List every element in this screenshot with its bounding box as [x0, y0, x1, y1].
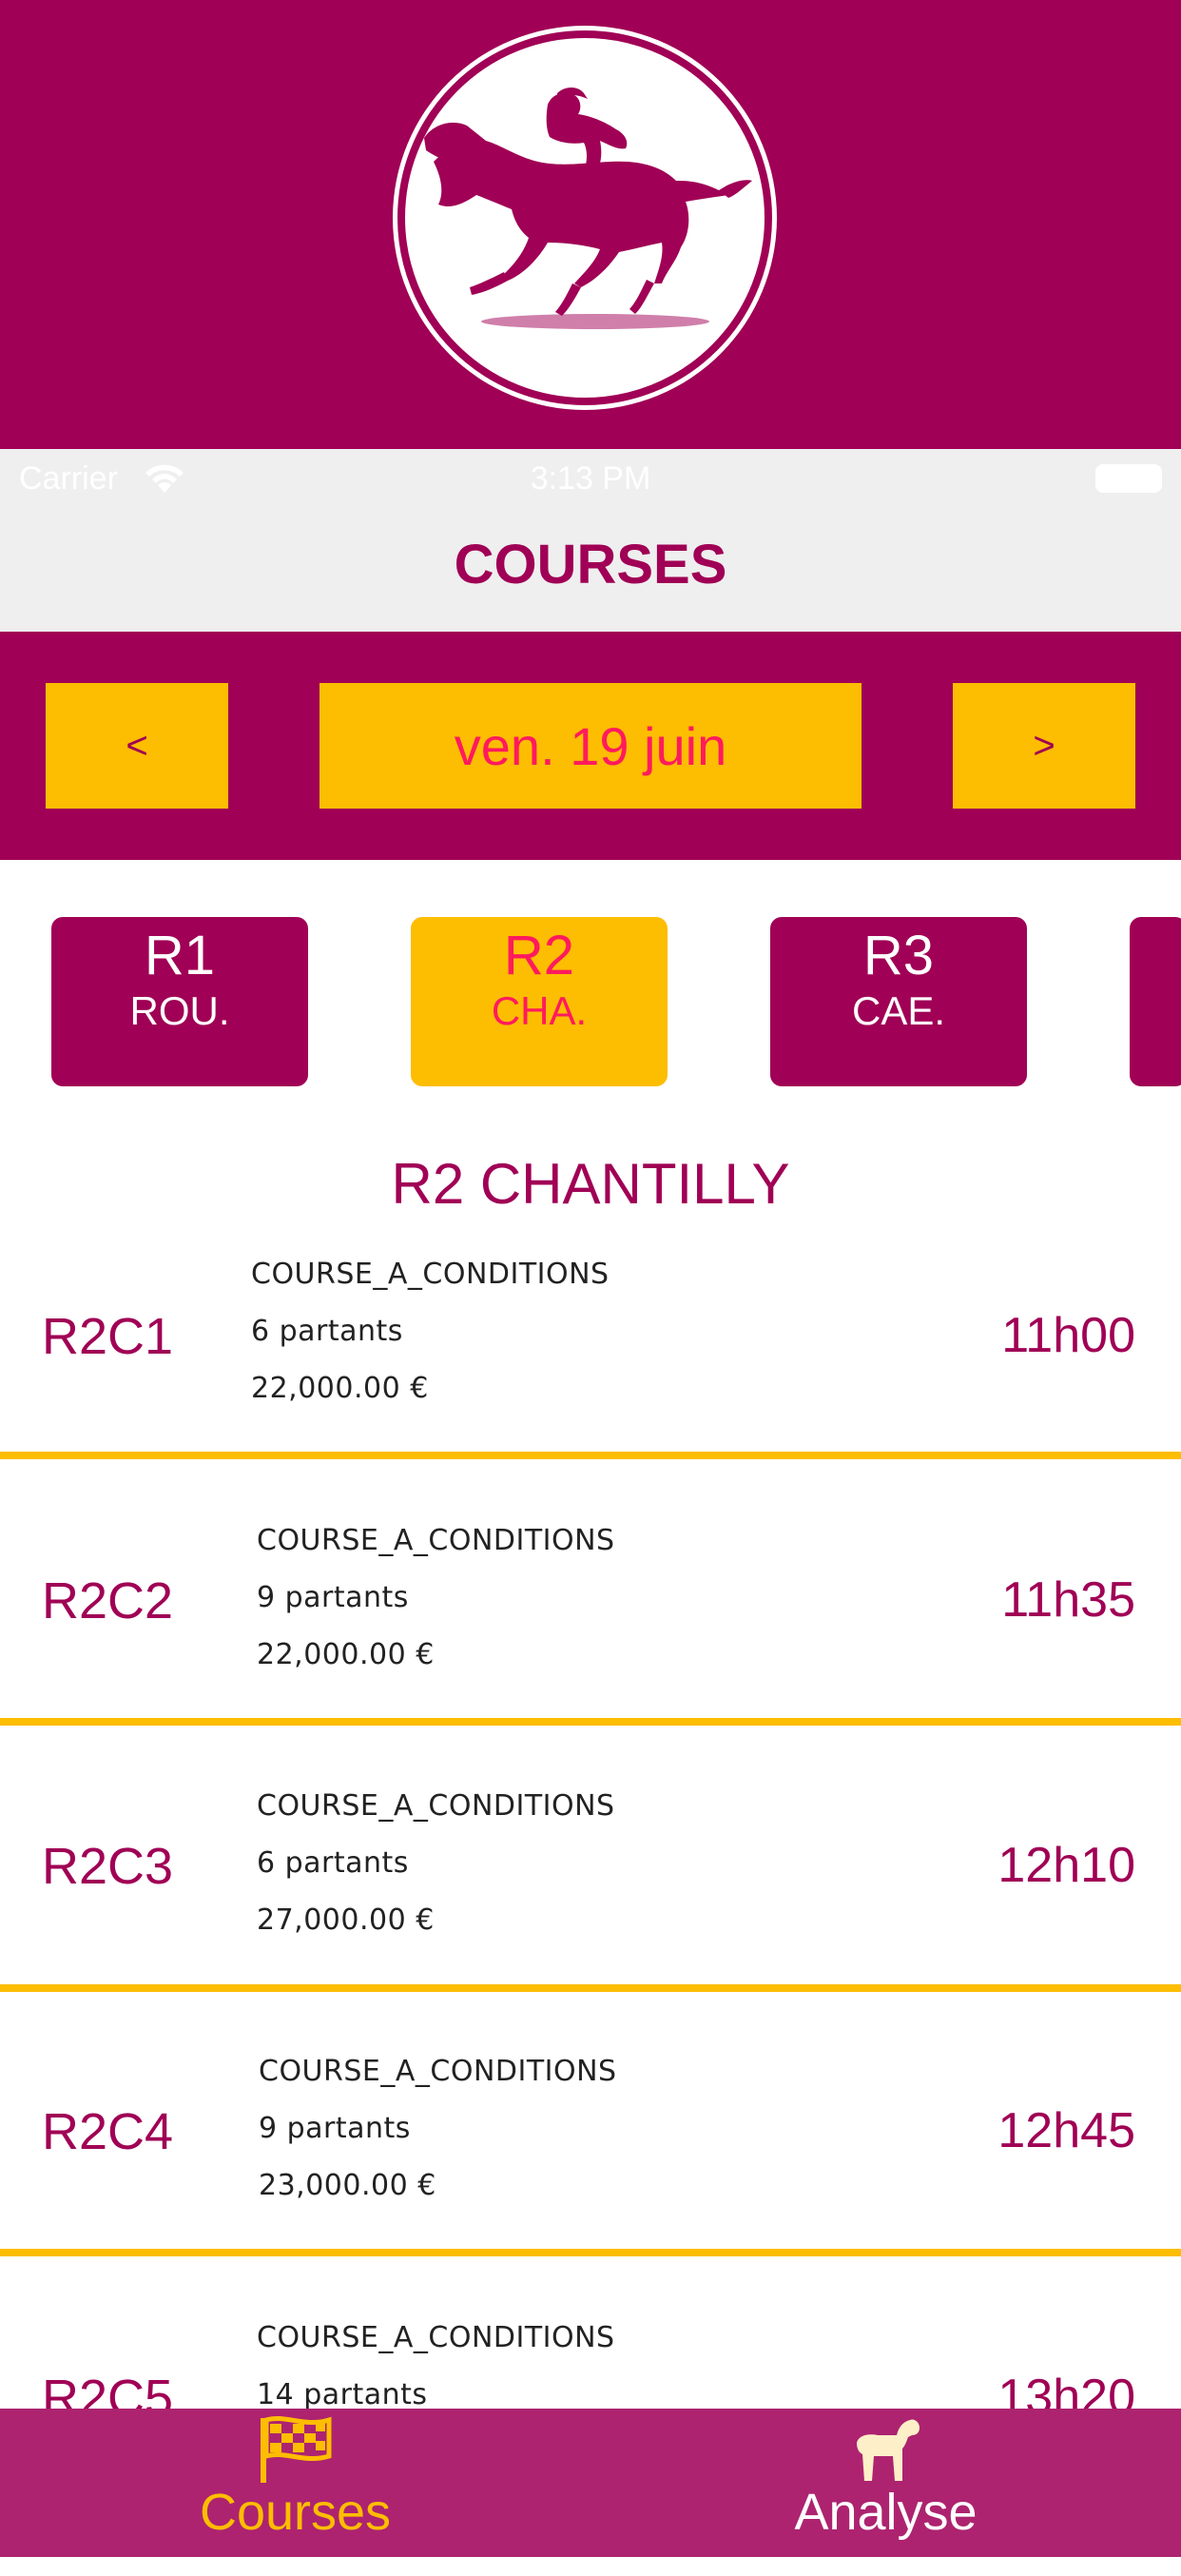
race-info: COURSE_A_CONDITIONS 6 partants 27,000.00… — [257, 1778, 615, 1949]
reunion-chip-r4[interactable] — [1130, 917, 1181, 1086]
tab-analyse-label: Analyse — [794, 2484, 978, 2541]
race-row[interactable]: R2C3 COURSE_A_CONDITIONS 6 partants 27,0… — [0, 1778, 1181, 2044]
race-prize: 22,000.00 € — [257, 1638, 435, 1671]
reunion-chip-r1[interactable]: R1 ROU. — [51, 917, 308, 1086]
reunion-title: R2 CHANTILLY — [391, 1152, 790, 1216]
race-time: 12h10 — [997, 1838, 1135, 1893]
race-id: R2C2 — [42, 1572, 174, 1630]
race-info: COURSE_A_CONDITIONS 6 partants 22,000.00… — [251, 1246, 610, 1417]
race-row[interactable]: R2C2 COURSE_A_CONDITIONS 9 partants 22,0… — [0, 1512, 1181, 1779]
current-date-button[interactable]: ven. 19 juin — [319, 683, 862, 809]
race-info: COURSE_A_CONDITIONS 14 partants — [257, 2310, 615, 2424]
race-id: R2C3 — [42, 1838, 174, 1895]
race-id: R2C1 — [42, 1308, 174, 1365]
reunion-code: R3 — [862, 925, 935, 986]
reunion-name: CHA. — [491, 988, 588, 1033]
race-type: COURSE_A_CONDITIONS — [257, 1789, 615, 1823]
race-row[interactable]: R2C1 COURSE_A_CONDITIONS 6 partants 22,0… — [0, 1246, 1181, 1512]
race-partants: 9 partants — [259, 2112, 411, 2145]
race-info: COURSE_A_CONDITIONS 9 partants 22,000.00… — [257, 1512, 615, 1684]
horse-icon — [857, 2419, 920, 2481]
status-time: 3:13 PM — [530, 460, 651, 497]
race-prize: 27,000.00 € — [257, 1903, 435, 1937]
row-divider — [0, 2249, 1181, 2256]
reunion-chip-r2[interactable]: R2 CHA. — [411, 917, 668, 1086]
tab-analyse[interactable]: Analyse — [590, 2409, 1181, 2557]
race-time: 11h35 — [1001, 1572, 1135, 1628]
row-divider — [0, 1984, 1181, 1992]
reunion-chip-r3[interactable]: R3 CAE. — [770, 917, 1027, 1086]
reunion-name: ROU. — [129, 988, 230, 1033]
galloping-horse-icon — [424, 88, 752, 329]
race-type: COURSE_A_CONDITIONS — [257, 1524, 615, 1557]
race-time: 11h00 — [1001, 1308, 1135, 1363]
race-prize: 22,000.00 € — [251, 1372, 429, 1405]
reunion-code: R1 — [144, 925, 216, 986]
page-title: COURSES — [454, 534, 727, 595]
row-divider — [0, 1718, 1181, 1726]
race-type: COURSE_A_CONDITIONS — [251, 1258, 610, 1291]
reunion-code: R2 — [503, 925, 575, 986]
next-day-button[interactable]: > — [953, 683, 1135, 809]
race-type: COURSE_A_CONDITIONS — [257, 2321, 615, 2354]
horse-jockey-logo-icon — [397, 30, 772, 405]
checkered-flag-icon — [261, 2416, 332, 2483]
race-partants: 6 partants — [257, 1846, 409, 1880]
previous-day-button[interactable]: < — [46, 683, 228, 809]
race-type: COURSE_A_CONDITIONS — [259, 2055, 617, 2088]
race-info: COURSE_A_CONDITIONS 9 partants 23,000.00… — [259, 2043, 617, 2215]
race-id: R2C4 — [42, 2103, 174, 2160]
race-row[interactable]: R2C4 COURSE_A_CONDITIONS 9 partants 23,0… — [0, 2043, 1181, 2310]
race-prize: 23,000.00 € — [259, 2169, 436, 2202]
row-divider — [0, 1452, 1181, 1459]
race-partants: 9 partants — [257, 1581, 409, 1614]
reunion-name: CAE. — [851, 988, 946, 1033]
battery-icon — [1095, 464, 1162, 493]
race-partants: 6 partants — [251, 1315, 403, 1348]
tab-courses-label: Courses — [199, 2484, 392, 2541]
tab-courses[interactable]: Courses — [0, 2409, 590, 2557]
race-time: 12h45 — [997, 2103, 1135, 2158]
